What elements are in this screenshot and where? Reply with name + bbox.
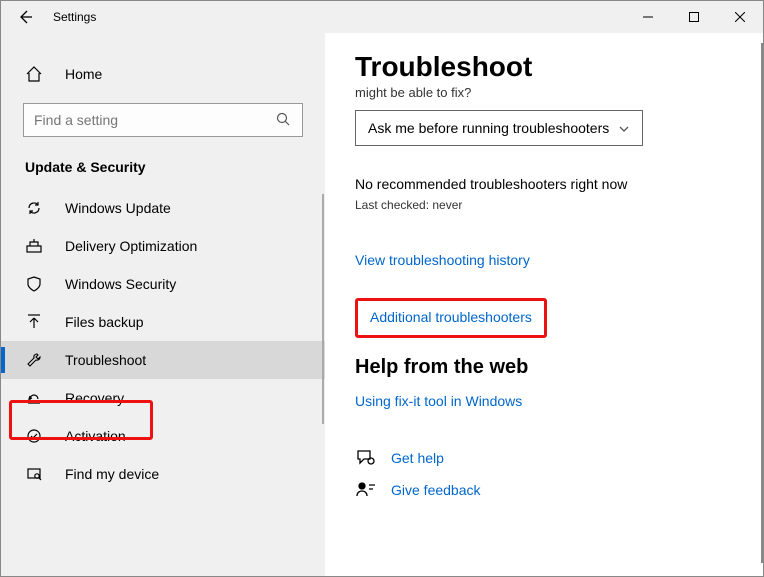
back-button[interactable]	[15, 7, 35, 27]
delivery-icon	[25, 237, 43, 255]
get-help-link[interactable]: Get help	[391, 450, 444, 466]
last-checked-text: Last checked: never	[355, 198, 733, 212]
no-recommended-text: No recommended troubleshooters right now	[355, 176, 733, 192]
chevron-down-icon	[618, 122, 630, 134]
sidebar-item-find-my-device[interactable]: Find my device	[1, 455, 325, 493]
search-input[interactable]	[34, 112, 276, 128]
activation-icon	[25, 427, 43, 445]
close-button[interactable]	[717, 1, 763, 33]
give-feedback-row[interactable]: Give feedback	[355, 481, 733, 499]
sidebar-item-recovery[interactable]: Recovery	[1, 379, 325, 417]
sidebar-item-label: Activation	[65, 428, 126, 444]
wrench-icon	[25, 351, 43, 369]
search-icon	[276, 112, 292, 128]
sidebar-item-troubleshoot[interactable]: Troubleshoot	[1, 341, 325, 379]
sidebar-item-label: Windows Security	[65, 276, 176, 292]
view-history-link[interactable]: View troubleshooting history	[355, 252, 530, 268]
nav-list: Windows Update Delivery Optimization Win…	[1, 189, 325, 493]
help-web-link[interactable]: Using fix-it tool in Windows	[355, 393, 522, 409]
window-title: Settings	[53, 10, 96, 24]
recovery-icon	[25, 389, 43, 407]
sidebar-item-delivery-optimization[interactable]: Delivery Optimization	[1, 227, 325, 265]
shield-icon	[25, 275, 43, 293]
get-help-row[interactable]: Get help	[355, 449, 733, 467]
minimize-button[interactable]	[625, 1, 671, 33]
sidebar-item-windows-update[interactable]: Windows Update	[1, 189, 325, 227]
home-icon	[25, 65, 43, 83]
page-title: Troubleshoot	[355, 51, 733, 83]
titlebar: Settings	[1, 1, 763, 33]
backup-icon	[25, 313, 43, 331]
maximize-button[interactable]	[671, 1, 717, 33]
search-input-wrap[interactable]	[23, 103, 303, 137]
sidebar-section-title: Update & Security	[1, 143, 325, 189]
scrollbar[interactable]	[761, 43, 763, 563]
dropdown-value: Ask me before running troubleshooters	[368, 120, 618, 136]
sidebar-item-files-backup[interactable]: Files backup	[1, 303, 325, 341]
sidebar: Home Update & Security Windows Update	[1, 33, 325, 576]
annotation-highlight: Additional troubleshooters	[355, 298, 547, 338]
main-panel: Troubleshoot might be able to fix? Ask m…	[325, 33, 763, 576]
subtitle-fragment: might be able to fix?	[355, 85, 733, 100]
find-device-icon	[25, 465, 43, 483]
refresh-icon	[25, 199, 43, 217]
recommendation-dropdown[interactable]: Ask me before running troubleshooters	[355, 110, 643, 146]
feedback-icon	[355, 481, 377, 499]
sidebar-item-label: Files backup	[65, 314, 144, 330]
sidebar-item-label: Recovery	[65, 390, 124, 406]
give-feedback-link[interactable]: Give feedback	[391, 482, 481, 498]
sidebar-item-windows-security[interactable]: Windows Security	[1, 265, 325, 303]
sidebar-item-label: Troubleshoot	[65, 352, 146, 368]
additional-troubleshooters-link[interactable]: Additional troubleshooters	[370, 309, 532, 325]
home-label: Home	[65, 66, 102, 82]
chat-icon	[355, 449, 377, 467]
help-section-header: Help from the web	[355, 356, 733, 379]
sidebar-item-label: Find my device	[65, 466, 159, 482]
sidebar-item-activation[interactable]: Activation	[1, 417, 325, 455]
home-nav[interactable]: Home	[1, 55, 325, 93]
sidebar-item-label: Windows Update	[65, 200, 171, 216]
scrollbar-left[interactable]	[322, 194, 324, 424]
sidebar-item-label: Delivery Optimization	[65, 238, 197, 254]
